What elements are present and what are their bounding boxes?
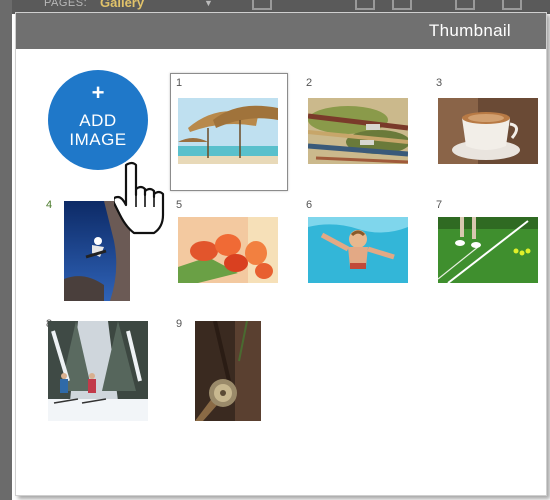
toolbar-icon[interactable] (502, 0, 522, 10)
pages-dropdown[interactable]: Gallery (100, 0, 144, 10)
add-image-button[interactable]: + ADD IMAGE (48, 70, 148, 170)
thumbnail-number: 7 (436, 199, 443, 211)
toolbar-icon[interactable] (392, 0, 412, 10)
thumbnail-number: 4 (46, 199, 53, 211)
toolbar-icon[interactable] (455, 0, 475, 10)
thumbnail-number: 1 (176, 77, 183, 89)
dialog-header: Thumbnail (16, 13, 546, 49)
add-image-label-line2: IMAGE (69, 130, 127, 149)
thumbnail-number: 2 (306, 77, 313, 89)
add-image-label: ADD IMAGE (48, 111, 148, 149)
toolbar-icon[interactable] (355, 0, 375, 10)
pages-label: PAGES: (44, 0, 88, 9)
chevron-down-icon[interactable]: ▼ (204, 0, 213, 8)
thumbnail-number: 9 (176, 318, 183, 330)
toolbar-icon[interactable] (252, 0, 272, 10)
add-image-label-line1: ADD (79, 111, 117, 130)
thumbnail-image-tulips[interactable] (178, 217, 278, 283)
thumbnail-image-brushes[interactable] (308, 98, 408, 164)
thumbnail-image-tennis[interactable] (438, 217, 538, 283)
thumbnail-image-swimmer[interactable] (308, 217, 408, 283)
thumbnail-image-forest[interactable] (48, 321, 148, 421)
thumbnail-image-beach[interactable] (178, 98, 278, 164)
hand-pointer-cursor-icon (112, 161, 180, 242)
thumbnail-image-fishing-reel[interactable] (195, 321, 261, 421)
dialog-title: Thumbnail (428, 21, 511, 40)
thumbnail-image-coffee[interactable] (438, 98, 538, 164)
plus-icon: + (91, 80, 105, 105)
thumbnail-number: 3 (436, 77, 443, 89)
left-panel-edge (0, 0, 12, 500)
thumbnail-number: 6 (306, 199, 313, 211)
thumbnail-dialog: Thumbnail + ADD IMAGE 1 2 3 4 5 6 7 9 (15, 12, 547, 496)
